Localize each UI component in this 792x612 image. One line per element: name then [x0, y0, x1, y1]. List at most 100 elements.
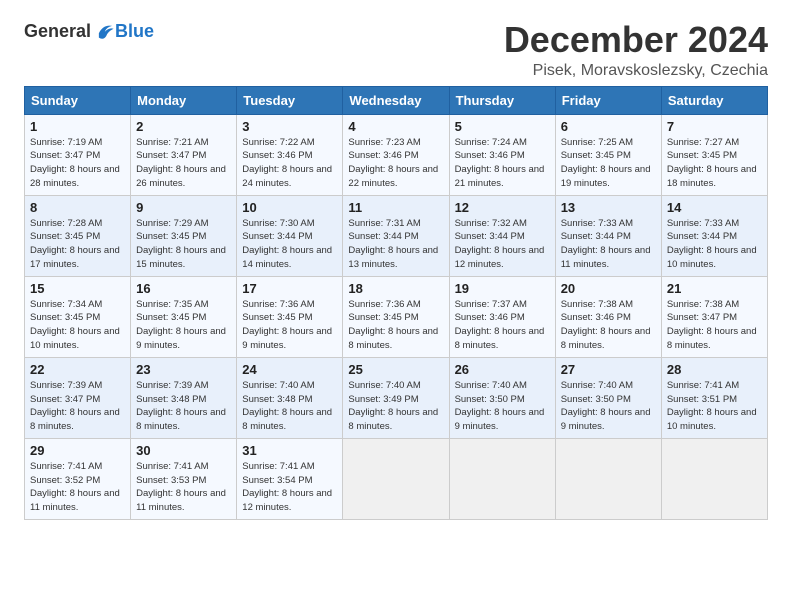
title-section: December 2024 Pisek, Moravskoslezsky, Cz… [504, 20, 768, 80]
table-row: 21 Sunrise: 7:38 AM Sunset: 3:47 PM Dayl… [661, 276, 767, 357]
day-number: 11 [348, 200, 443, 215]
day-info: Sunrise: 7:37 AM Sunset: 3:46 PM Dayligh… [455, 298, 550, 353]
day-info: Sunrise: 7:39 AM Sunset: 3:48 PM Dayligh… [136, 379, 231, 434]
table-row: 11 Sunrise: 7:31 AM Sunset: 3:44 PM Dayl… [343, 195, 449, 276]
day-number: 12 [455, 200, 550, 215]
table-row: 15 Sunrise: 7:34 AM Sunset: 3:45 PM Dayl… [25, 276, 131, 357]
header-monday: Monday [131, 86, 237, 114]
day-info: Sunrise: 7:23 AM Sunset: 3:46 PM Dayligh… [348, 136, 443, 191]
logo: General Blue [24, 20, 154, 42]
day-info: Sunrise: 7:36 AM Sunset: 3:45 PM Dayligh… [348, 298, 443, 353]
table-row: 10 Sunrise: 7:30 AM Sunset: 3:44 PM Dayl… [237, 195, 343, 276]
day-info: Sunrise: 7:27 AM Sunset: 3:45 PM Dayligh… [667, 136, 762, 191]
day-info: Sunrise: 7:41 AM Sunset: 3:52 PM Dayligh… [30, 460, 125, 515]
day-info: Sunrise: 7:39 AM Sunset: 3:47 PM Dayligh… [30, 379, 125, 434]
table-row: 6 Sunrise: 7:25 AM Sunset: 3:45 PM Dayli… [555, 114, 661, 195]
table-row: 4 Sunrise: 7:23 AM Sunset: 3:46 PM Dayli… [343, 114, 449, 195]
day-info: Sunrise: 7:40 AM Sunset: 3:50 PM Dayligh… [561, 379, 656, 434]
page-header: General Blue December 2024 Pisek, Moravs… [24, 20, 768, 80]
location-subtitle: Pisek, Moravskoslezsky, Czechia [504, 62, 768, 80]
table-row [343, 438, 449, 519]
header-saturday: Saturday [661, 86, 767, 114]
table-row: 14 Sunrise: 7:33 AM Sunset: 3:44 PM Dayl… [661, 195, 767, 276]
day-info: Sunrise: 7:33 AM Sunset: 3:44 PM Dayligh… [667, 217, 762, 272]
day-number: 21 [667, 281, 762, 296]
day-number: 8 [30, 200, 125, 215]
table-row [555, 438, 661, 519]
header-sunday: Sunday [25, 86, 131, 114]
table-row: 5 Sunrise: 7:24 AM Sunset: 3:46 PM Dayli… [449, 114, 555, 195]
header-wednesday: Wednesday [343, 86, 449, 114]
day-info: Sunrise: 7:19 AM Sunset: 3:47 PM Dayligh… [30, 136, 125, 191]
day-info: Sunrise: 7:31 AM Sunset: 3:44 PM Dayligh… [348, 217, 443, 272]
day-number: 13 [561, 200, 656, 215]
header-tuesday: Tuesday [237, 86, 343, 114]
table-row: 20 Sunrise: 7:38 AM Sunset: 3:46 PM Dayl… [555, 276, 661, 357]
day-info: Sunrise: 7:33 AM Sunset: 3:44 PM Dayligh… [561, 217, 656, 272]
month-title: December 2024 [504, 20, 768, 60]
day-info: Sunrise: 7:21 AM Sunset: 3:47 PM Dayligh… [136, 136, 231, 191]
day-info: Sunrise: 7:41 AM Sunset: 3:53 PM Dayligh… [136, 460, 231, 515]
day-number: 27 [561, 362, 656, 377]
day-info: Sunrise: 7:32 AM Sunset: 3:44 PM Dayligh… [455, 217, 550, 272]
day-info: Sunrise: 7:41 AM Sunset: 3:54 PM Dayligh… [242, 460, 337, 515]
day-number: 5 [455, 119, 550, 134]
table-row: 29 Sunrise: 7:41 AM Sunset: 3:52 PM Dayl… [25, 438, 131, 519]
table-row: 7 Sunrise: 7:27 AM Sunset: 3:45 PM Dayli… [661, 114, 767, 195]
logo-text-general: General [24, 21, 91, 42]
logo-text-blue: Blue [115, 21, 154, 42]
table-row: 30 Sunrise: 7:41 AM Sunset: 3:53 PM Dayl… [131, 438, 237, 519]
table-row: 24 Sunrise: 7:40 AM Sunset: 3:48 PM Dayl… [237, 357, 343, 438]
calendar-week-row: 8 Sunrise: 7:28 AM Sunset: 3:45 PM Dayli… [25, 195, 768, 276]
table-row: 22 Sunrise: 7:39 AM Sunset: 3:47 PM Dayl… [25, 357, 131, 438]
day-number: 31 [242, 443, 337, 458]
day-info: Sunrise: 7:25 AM Sunset: 3:45 PM Dayligh… [561, 136, 656, 191]
day-number: 9 [136, 200, 231, 215]
table-row: 2 Sunrise: 7:21 AM Sunset: 3:47 PM Dayli… [131, 114, 237, 195]
day-number: 3 [242, 119, 337, 134]
day-info: Sunrise: 7:40 AM Sunset: 3:50 PM Dayligh… [455, 379, 550, 434]
day-number: 7 [667, 119, 762, 134]
header-thursday: Thursday [449, 86, 555, 114]
day-number: 24 [242, 362, 337, 377]
table-row: 9 Sunrise: 7:29 AM Sunset: 3:45 PM Dayli… [131, 195, 237, 276]
day-number: 30 [136, 443, 231, 458]
table-row: 27 Sunrise: 7:40 AM Sunset: 3:50 PM Dayl… [555, 357, 661, 438]
day-number: 15 [30, 281, 125, 296]
day-number: 23 [136, 362, 231, 377]
day-number: 14 [667, 200, 762, 215]
day-number: 28 [667, 362, 762, 377]
table-row: 28 Sunrise: 7:41 AM Sunset: 3:51 PM Dayl… [661, 357, 767, 438]
day-number: 16 [136, 281, 231, 296]
calendar-week-row: 1 Sunrise: 7:19 AM Sunset: 3:47 PM Dayli… [25, 114, 768, 195]
day-number: 25 [348, 362, 443, 377]
day-number: 18 [348, 281, 443, 296]
day-info: Sunrise: 7:34 AM Sunset: 3:45 PM Dayligh… [30, 298, 125, 353]
day-number: 19 [455, 281, 550, 296]
day-number: 29 [30, 443, 125, 458]
day-number: 1 [30, 119, 125, 134]
table-row: 3 Sunrise: 7:22 AM Sunset: 3:46 PM Dayli… [237, 114, 343, 195]
day-info: Sunrise: 7:38 AM Sunset: 3:47 PM Dayligh… [667, 298, 762, 353]
day-info: Sunrise: 7:36 AM Sunset: 3:45 PM Dayligh… [242, 298, 337, 353]
table-row: 17 Sunrise: 7:36 AM Sunset: 3:45 PM Dayl… [237, 276, 343, 357]
table-row: 8 Sunrise: 7:28 AM Sunset: 3:45 PM Dayli… [25, 195, 131, 276]
day-info: Sunrise: 7:30 AM Sunset: 3:44 PM Dayligh… [242, 217, 337, 272]
table-row [661, 438, 767, 519]
header-friday: Friday [555, 86, 661, 114]
table-row: 13 Sunrise: 7:33 AM Sunset: 3:44 PM Dayl… [555, 195, 661, 276]
table-row: 23 Sunrise: 7:39 AM Sunset: 3:48 PM Dayl… [131, 357, 237, 438]
calendar-header-row: Sunday Monday Tuesday Wednesday Thursday… [25, 86, 768, 114]
table-row: 16 Sunrise: 7:35 AM Sunset: 3:45 PM Dayl… [131, 276, 237, 357]
day-info: Sunrise: 7:29 AM Sunset: 3:45 PM Dayligh… [136, 217, 231, 272]
day-info: Sunrise: 7:40 AM Sunset: 3:48 PM Dayligh… [242, 379, 337, 434]
day-number: 20 [561, 281, 656, 296]
table-row: 1 Sunrise: 7:19 AM Sunset: 3:47 PM Dayli… [25, 114, 131, 195]
table-row: 26 Sunrise: 7:40 AM Sunset: 3:50 PM Dayl… [449, 357, 555, 438]
day-info: Sunrise: 7:41 AM Sunset: 3:51 PM Dayligh… [667, 379, 762, 434]
day-info: Sunrise: 7:28 AM Sunset: 3:45 PM Dayligh… [30, 217, 125, 272]
calendar-table: Sunday Monday Tuesday Wednesday Thursday… [24, 86, 768, 520]
table-row [449, 438, 555, 519]
day-info: Sunrise: 7:38 AM Sunset: 3:46 PM Dayligh… [561, 298, 656, 353]
day-number: 26 [455, 362, 550, 377]
